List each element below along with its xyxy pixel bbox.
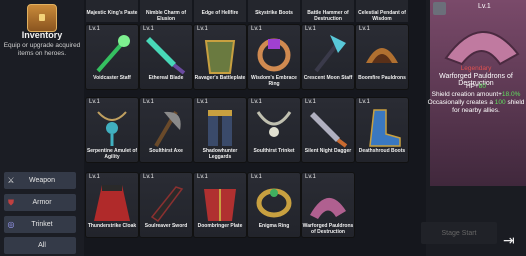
necklace-icon: ◎ (7, 220, 15, 229)
item-icon (204, 189, 236, 221)
item-card[interactable]: Lv.1 Crescent Moon Staff (302, 25, 354, 89)
detail-rarity: Legendary (460, 65, 492, 72)
item-card[interactable]: Lv.1 Silent Night Dagger (302, 98, 354, 162)
stage-start-button[interactable]: Stage Start (421, 222, 497, 244)
exit-icon[interactable]: ⇥ (503, 232, 519, 248)
item-icon (208, 110, 232, 146)
item-icon (150, 186, 184, 223)
item-icon (146, 37, 186, 75)
top-item-card[interactable]: Majestic King's Paste (86, 0, 138, 22)
item-icon (369, 109, 401, 147)
top-item-card[interactable]: Edge of Hellfire (194, 0, 246, 22)
item-card[interactable]: Lv.1 Boomfire Pauldrons (356, 25, 408, 89)
item-card[interactable]: Lv.1 Ravager's Battleplate (194, 25, 246, 89)
detail-stat-3: for nearby allies. (452, 107, 500, 114)
detail-stat-2: Occasionally creates a 100 shield (427, 99, 525, 106)
item-card[interactable]: Lv.1 Deathshroud Boots (356, 98, 408, 162)
item-icon (310, 197, 346, 219)
filter-armor[interactable]: ⛊ Armor (4, 194, 76, 211)
equip-slot-icon[interactable] (433, 2, 446, 15)
item-card[interactable]: Lv.1 Soulthirst Axe (140, 98, 192, 162)
item-icon (96, 35, 130, 73)
item-card[interactable]: Lv.1 Shadowhunter Leggards (194, 98, 246, 162)
item-icon (257, 38, 291, 72)
item-icon (204, 40, 236, 74)
item-preview-icon (444, 31, 520, 66)
filter-weapon[interactable]: ⚔ Weapon (4, 172, 76, 189)
detail-hp: HP+80 (465, 83, 487, 90)
armor-icon: ⛊ (8, 197, 14, 207)
item-icon (310, 112, 348, 148)
item-icon (97, 111, 127, 146)
item-card[interactable]: Lv.1 Wisdom's Embrace Ring (248, 25, 300, 89)
item-card[interactable]: Lv.1 Doombringer Plate (194, 173, 246, 237)
item-icon (366, 48, 398, 63)
inventory-title: Inventory (21, 30, 63, 40)
item-icon (256, 188, 292, 218)
item-icon (154, 110, 181, 148)
item-icon (314, 35, 346, 73)
item-card[interactable]: Lv.1 Thunderstrike Cloak (86, 173, 138, 237)
top-item-card[interactable]: Battle Hammer of Destruction (302, 0, 354, 22)
item-card[interactable]: Lv.1 Ethereal Blade (140, 25, 192, 89)
item-card[interactable]: Lv.1 Serpentine Amulet of Agility (86, 98, 138, 162)
filter-all[interactable]: All (4, 237, 76, 254)
item-card[interactable]: Lv.1 Warforged Pauldrons of Destruction (302, 173, 354, 237)
item-icon (256, 111, 292, 137)
top-item-card[interactable]: Nimble Charm of Elusion (140, 0, 192, 22)
detail-stat-1: Shield creation amount+18.0% (431, 91, 521, 98)
detail-level: Lv.1 (478, 3, 491, 10)
item-card[interactable]: Lv.1 Voidcaster Staff (86, 25, 138, 89)
item-icon (94, 185, 130, 221)
item-grid: Majestic King's Paste Nimble Charm of El… (86, 0, 426, 256)
crossed-swords-icon: ⚔ (7, 176, 15, 185)
item-card[interactable]: Lv.1 Soulreaver Sword (140, 173, 192, 237)
item-card[interactable]: Lv.1 Enigma Ring (248, 173, 300, 237)
inventory-description: Equip or upgrade acquired items on heroe… (3, 42, 81, 57)
item-card[interactable]: Lv.1 Soulthirst Trinket (248, 98, 300, 162)
filter-trinket[interactable]: ◎ Trinket (4, 216, 76, 233)
top-item-card[interactable]: Skystrike Boots (248, 0, 300, 22)
chest-icon (27, 4, 57, 32)
inventory-panel: Inventory Equip or upgrade acquired item… (0, 0, 84, 256)
top-item-card[interactable]: Celestial Pendant of Wisdom (356, 0, 408, 22)
